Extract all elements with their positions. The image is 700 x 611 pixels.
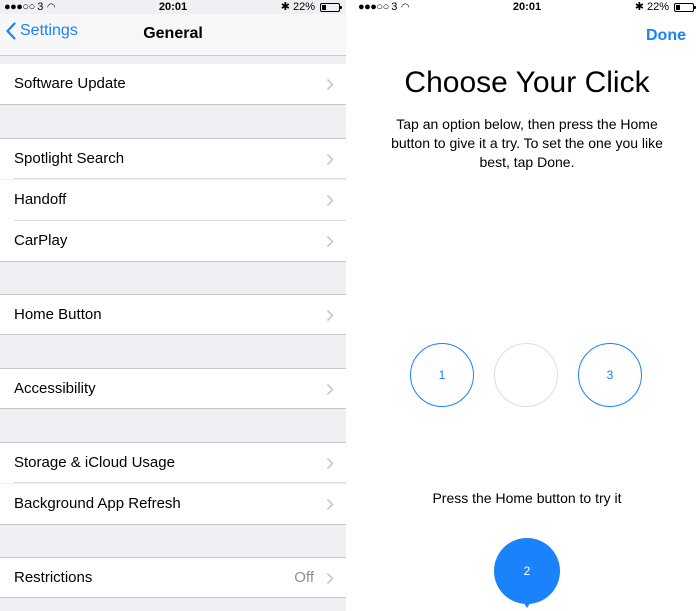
selected-click-option[interactable]: 2 xyxy=(494,538,560,604)
bluetooth-icon: ✱ xyxy=(280,1,290,13)
row-spotlight-search[interactable]: Spotlight Search xyxy=(0,138,346,179)
row-carplay[interactable]: CarPlay xyxy=(0,221,346,262)
battery-percent: 22% xyxy=(646,1,669,13)
bubble-pointer xyxy=(522,600,532,608)
chevron-right-icon xyxy=(326,457,334,470)
row-label: CarPlay xyxy=(14,232,68,249)
row-label: Handoff xyxy=(14,191,67,208)
row-background-app-refresh[interactable]: Background App Refresh xyxy=(0,484,346,525)
page-title: General xyxy=(143,25,203,42)
instructions-text: Tap an option below, then press the Home… xyxy=(391,116,663,170)
click-option-1[interactable]: 1 xyxy=(410,343,474,407)
click-option-3[interactable]: 3 xyxy=(578,343,642,407)
row-label: Spotlight Search xyxy=(14,150,125,167)
chevron-right-icon xyxy=(326,78,334,91)
chevron-right-icon xyxy=(326,153,334,166)
status-right: ✱ 22% xyxy=(280,0,342,14)
row-home-button[interactable]: Home Button xyxy=(0,294,346,335)
status-bar: ●●●○○ 3 ◠ 20:01 ✱ 22% xyxy=(0,0,346,14)
row-label: Storage & iCloud Usage xyxy=(14,454,175,471)
row-value: Off xyxy=(294,569,314,586)
row-storage-icloud[interactable]: Storage & iCloud Usage xyxy=(0,442,346,483)
chevron-right-icon xyxy=(326,498,334,511)
row-label: Software Update xyxy=(14,75,126,92)
row-accessibility[interactable]: Accessibility xyxy=(0,368,346,409)
chevron-right-icon xyxy=(326,572,334,585)
click-option-2-slot[interactable] xyxy=(494,343,558,407)
row-software-update[interactable]: Software Update xyxy=(0,64,346,105)
try-prompt: Press the Home button to try it xyxy=(432,490,622,506)
chevron-right-icon xyxy=(326,383,334,396)
row-label: Accessibility xyxy=(14,380,96,397)
general-settings-screen: ●●●○○ 3 ◠ 20:01 ✱ 22% Settings General So… xyxy=(0,0,346,611)
battery-icon xyxy=(320,2,342,12)
row-label: Restrictions xyxy=(14,569,93,586)
chevron-right-icon xyxy=(326,194,334,207)
status-right: ✱ 22% xyxy=(634,0,696,14)
row-label: Home Button xyxy=(14,306,102,323)
status-bar: ●●●○○ 3 ◠ 20:01 ✱ 22% xyxy=(354,0,700,14)
done-button[interactable]: Done xyxy=(646,27,686,45)
nav-bar: Settings General xyxy=(0,14,346,56)
row-label: Background App Refresh xyxy=(14,495,181,512)
battery-icon xyxy=(674,2,696,12)
chevron-right-icon xyxy=(326,309,334,322)
screen-divider xyxy=(346,0,354,611)
row-restrictions[interactable]: Restrictions Off xyxy=(0,557,346,598)
chevron-right-icon xyxy=(326,235,334,248)
battery-percent: 22% xyxy=(292,1,315,13)
bluetooth-icon: ✱ xyxy=(634,1,644,13)
page-title: Choose Your Click xyxy=(404,66,650,99)
row-handoff[interactable]: Handoff xyxy=(0,180,346,221)
choose-click-screen: ●●●○○ 3 ◠ 20:01 ✱ 22% Done Choose Your Cl… xyxy=(354,0,700,611)
